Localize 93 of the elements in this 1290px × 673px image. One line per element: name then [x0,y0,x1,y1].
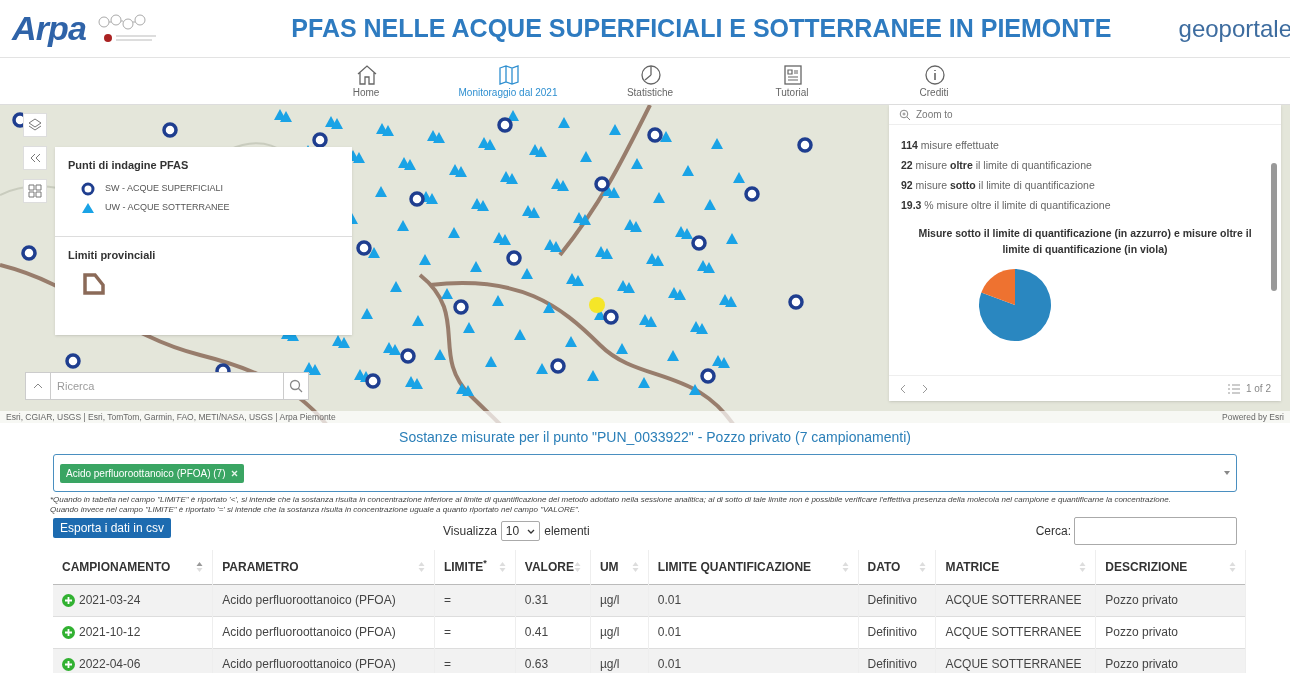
table-cell: Acido perfluoroottanoico (PFOA) [212,648,435,673]
expand-button[interactable] [25,372,51,400]
tag-label: Acido perfluoroottanoico (PFOA) (7) [66,466,226,481]
document-icon [781,62,803,85]
legend-label: UW - ACQUE SOTTERRANEE [105,200,230,214]
legend-label: SW - ACQUE SUPERFICIALI [105,181,224,195]
table-cell: Pozzo privato [1095,616,1246,648]
table-cell-text: 2021-03-24 [79,592,141,609]
list-icon [1226,382,1241,395]
table-cell: ACQUE SOTTERRANEE [935,584,1096,616]
arpa-logo: Arpa [12,8,87,49]
ring-icon [81,181,95,196]
table-cell: Acido perfluoroottanoico (PFOA) [212,616,435,648]
layers-icon [28,118,42,132]
page-length-select[interactable]: 10 [500,521,541,541]
footnote: *Quando in tabella nel campo "LIMITE" è riportato '<', si intende che la sostanza risulta in concentrazione inferiore al limite di quantificazione del metodo adottato nella sessione analitica; al di sotto di tale limite non è possibile verificare l'effettiva presenza della molecola nel campione e quantificarne la concentrazione. [50,495,1172,505]
expand-plus-icon [62,625,75,639]
nav-tab[interactable]: Home [316,58,416,104]
table-cell: ACQUE SOTTERRANEE [935,648,1096,673]
column-header[interactable]: UM [590,550,649,584]
table-cell-text: 2022-04-06 [79,656,141,673]
legend-heading: Limiti provinciali [68,247,157,263]
column-header[interactable]: LIMITE$^{*}$ [434,550,516,584]
column-header[interactable]: MATRICE [935,550,1096,584]
info-icon [923,62,945,85]
page-length-label: Visualizza [443,523,497,540]
section-heading: Sostanze misurate per il punto "PUN_0033922" - Pozzo privato (7 campionamenti) [398,428,912,447]
remove-icon [230,469,238,477]
stat-line: 19.3 % misure oltre il limite di quantificazione [901,198,1112,213]
stat-line: 92 misure sotto il limite di quantificazione [901,178,1096,193]
table-search-field[interactable] [1074,517,1237,545]
chart-title: Misure sotto il limite di quantificazione (in azzurro) e misure oltre il limite di quantificazione (in viola) [917,226,1253,257]
table-cell-text: 2021-10-12 [79,624,141,641]
table-cell: = [434,616,516,648]
grid-icon [28,184,42,198]
table-cell: Acido perfluoroottanoico (PFOA) [212,584,435,616]
esri-credit: Powered by Esri [1222,411,1284,423]
footnote: Quando invece nel campo "LIMITE" è riportato '=' si intende che la sostanza risulta in concentrazione uguale a quanto riportato nel campo "VALORE". [50,505,582,515]
stat-line: 22 misure oltre il limite di quantificazione [901,158,1093,173]
table-cell: µg/l [590,616,649,648]
page-length-label: elementi [544,523,590,540]
dropdown-caret-icon [1224,471,1230,475]
chevron-right-icon [921,383,929,394]
table-cell: ACQUE SOTTERRANEE [935,616,1096,648]
map-icon [497,62,519,85]
nav-tab[interactable]: Tutorial [742,58,842,104]
column-header[interactable]: DATO [858,550,936,584]
collapse-button[interactable] [23,146,47,170]
chevron-left-icon [899,383,907,394]
basemap-button[interactable] [23,179,47,203]
table-cell: Definitivo [858,648,936,673]
search-label: Cerca: [1035,523,1071,540]
map-attribution: Esri, CGIAR, USGS | Esri, TomTom, Garmin, FAO, METI/NASA, USGS | Arpa Piemonte [6,411,336,423]
nav-tab[interactable]: Crediti [884,58,984,104]
expand-plus-icon [62,593,75,607]
table-cell: 0.01 [648,648,858,673]
search-field[interactable]: Ricerca [51,372,283,400]
legend-heading: Punti di indagine PFAS [68,158,190,173]
column-header[interactable]: LIMITE QUANTIFICAZIONE [648,550,858,584]
table-cell: Definitivo [858,616,936,648]
table-cell: Pozzo privato [1095,648,1246,673]
export-csv-button[interactable]: Esporta i dati in csv [53,518,172,538]
table-cell: 0.01 [648,616,858,648]
layers-button[interactable] [23,113,47,137]
expand-plus-icon [62,657,75,671]
column-header[interactable]: CAMPIONAMENTO [53,550,213,584]
table-cell: = [434,648,516,673]
nav-tab[interactable]: Monitoraggio dal 2021 [458,58,558,104]
table-cell: 0.63 [515,648,591,673]
double-chevron-icon [28,151,42,165]
column-header[interactable]: VALORE [515,550,591,584]
page-title: PFAS NELLE ACQUE SUPERFICIALI E SOTTERRANEE IN PIEMONTE [291,12,1112,44]
table-cell: µg/l [590,648,649,673]
zoom-icon [899,108,911,121]
chevron-down-icon [527,528,536,534]
table-cell: µg/l [590,584,649,616]
search-icon [289,379,303,393]
search-button[interactable] [283,372,309,400]
page-indicator: 1 of 2 [1245,382,1271,396]
nav-tab[interactable]: Statistiche [600,58,700,104]
table-cell: Definitivo [858,584,936,616]
table-cell: Pozzo privato [1095,584,1246,616]
column-header[interactable]: PARAMETRO [212,550,435,584]
zoom-to-button[interactable]: Zoom to [889,105,1281,125]
polygon-icon [81,271,107,297]
caret-up-icon [33,382,43,390]
pie-clock-icon [639,62,661,85]
table-cell: 0.01 [648,584,858,616]
column-header[interactable]: DESCRIZIONE [1095,550,1246,584]
table-cell: 0.31 [515,584,591,616]
table-cell: 0.41 [515,616,591,648]
table-cell: = [434,584,516,616]
stat-line: 114 misure effettuate [901,138,1000,153]
